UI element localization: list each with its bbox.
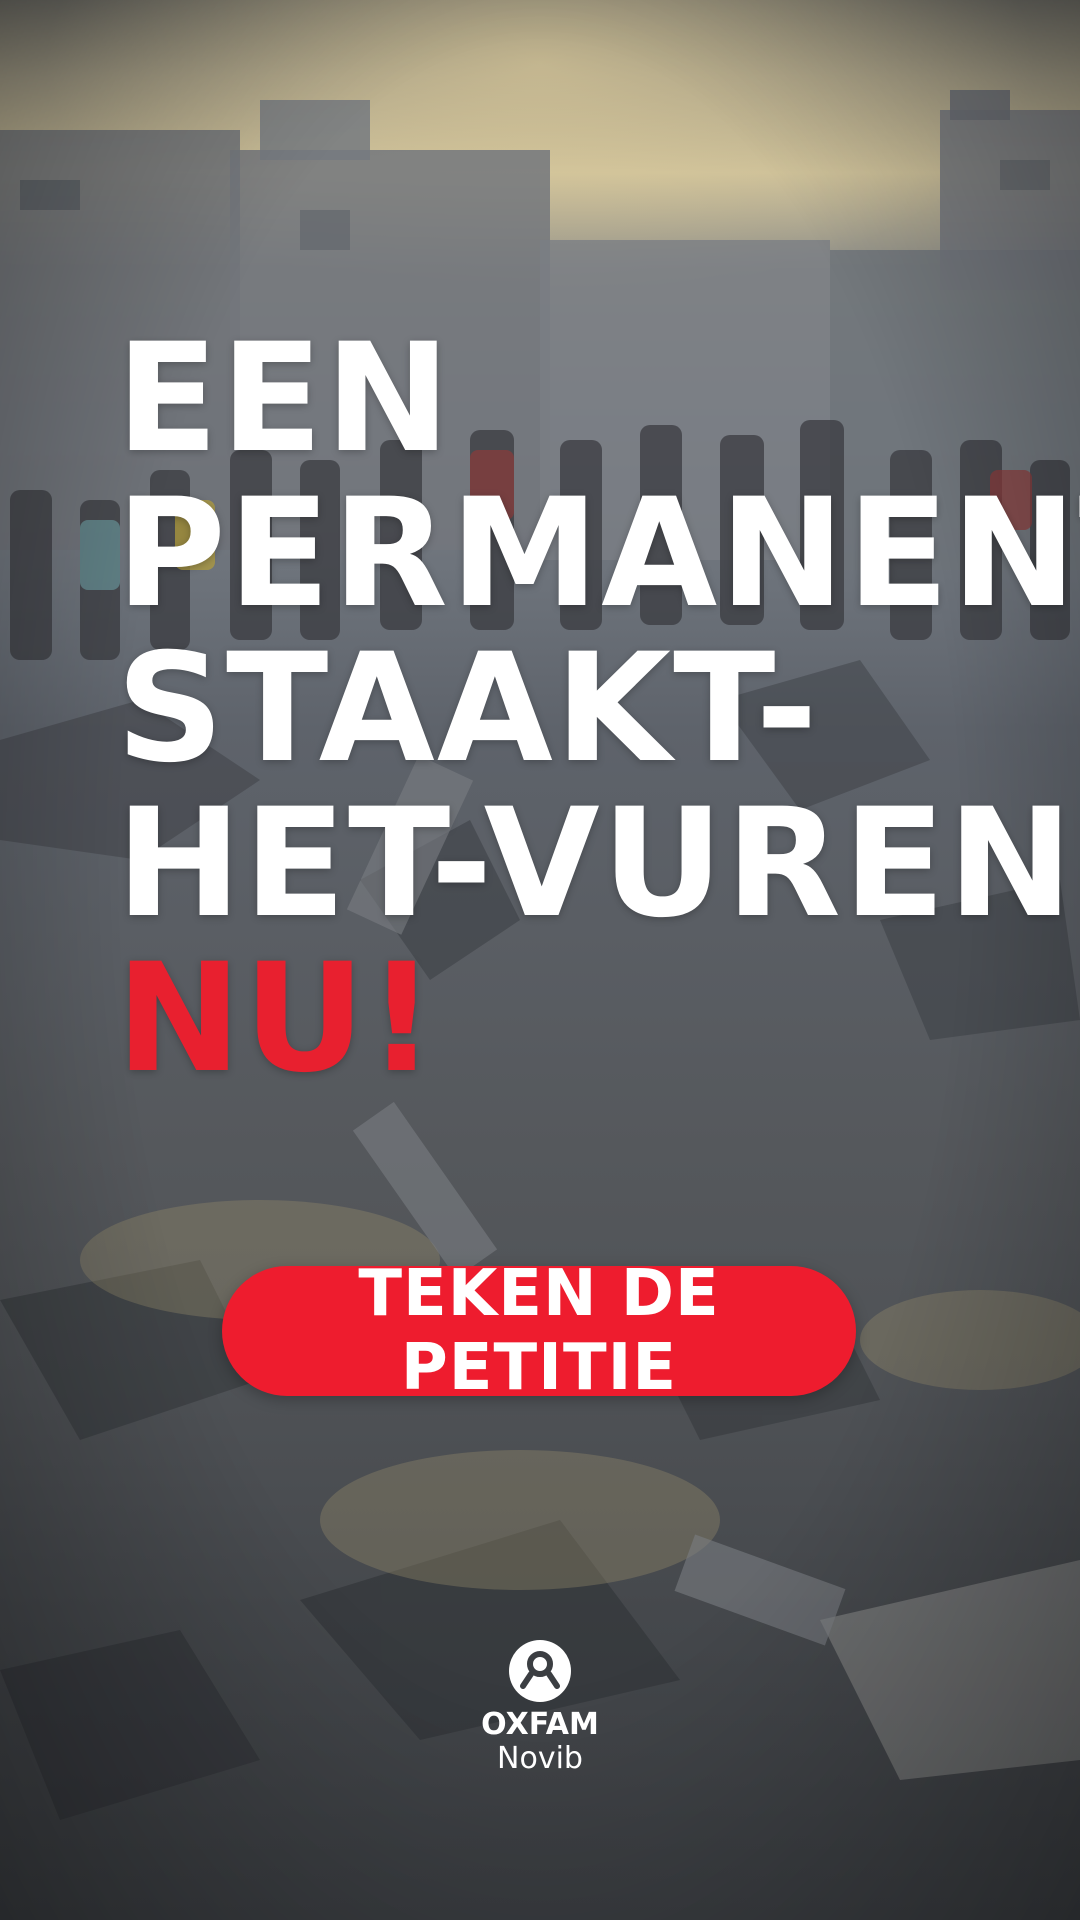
headline-line-2: PERMANENT (116, 467, 1080, 641)
ad-screen: EEN PERMANENT STAAKT- HET-VUREN NU! TEKE… (0, 0, 1080, 1920)
sign-petition-button[interactable]: TEKEN DE PETITIE (222, 1257, 856, 1405)
headline: EEN PERMANENT STAAKT- HET-VUREN NU! (116, 322, 1080, 1097)
headline-accent: NU! (116, 932, 438, 1106)
oxfam-logo-icon (509, 1640, 571, 1702)
logo-brand: OXFAM (481, 1707, 599, 1742)
headline-line-4: HET-VUREN (116, 777, 1076, 951)
headline-line-3: STAAKT- (116, 622, 820, 796)
oxfam-novib-logo: OXFAM Novib (470, 1640, 610, 1776)
logo-sub: Novib (497, 1741, 583, 1776)
headline-line-1: EEN (116, 312, 453, 486)
